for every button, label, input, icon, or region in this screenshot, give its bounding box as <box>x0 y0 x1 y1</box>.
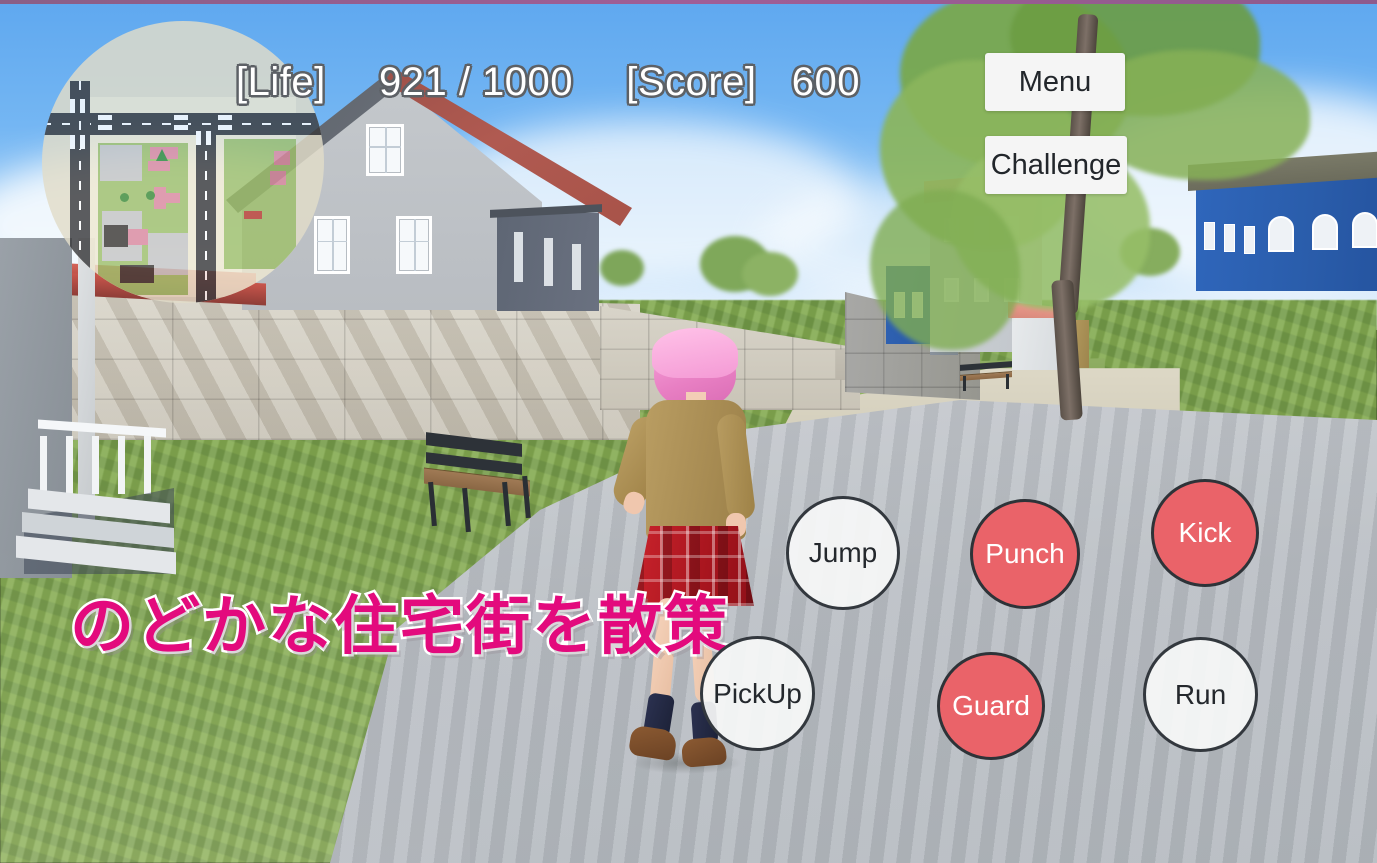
game-screen: [Life] 921 / 1000 [Score] 600 Menu Chall… <box>0 0 1377 863</box>
rail-baluster <box>118 436 125 494</box>
minimap-tree <box>120 193 129 202</box>
minimap-building <box>164 193 180 203</box>
minimap-tree <box>146 191 155 200</box>
rail-baluster <box>66 436 73 494</box>
porch-railing <box>40 428 165 494</box>
window-side <box>514 232 523 282</box>
park-bench-left <box>424 432 534 533</box>
hair-top <box>652 328 738 378</box>
window-side <box>544 238 553 286</box>
minimap-tree <box>156 149 168 161</box>
minimap-building <box>274 151 290 165</box>
minimap-building <box>120 265 154 283</box>
score-label: [Score] <box>626 60 757 104</box>
bench-leg <box>428 481 437 527</box>
tree-distant <box>742 252 798 296</box>
window-lower-right <box>396 216 432 274</box>
minimap-crosswalk <box>98 115 112 135</box>
minimap-road-v <box>196 131 216 303</box>
minimap-crosswalk <box>70 99 90 113</box>
window-side <box>572 244 581 290</box>
jump-button[interactable]: Jump <box>786 496 900 610</box>
life-label: [Life] <box>236 60 326 104</box>
rail-baluster <box>92 436 99 494</box>
pickup-button[interactable]: PickUp <box>700 636 815 751</box>
right-shoe <box>680 736 728 768</box>
rail-baluster <box>144 436 151 494</box>
foliage <box>870 190 1020 350</box>
minimap-crosswalk <box>70 135 90 149</box>
minimap-building <box>270 171 286 185</box>
tree-distant <box>600 250 644 286</box>
guard-button[interactable]: Guard <box>937 652 1045 760</box>
challenge-button[interactable]: Challenge <box>985 136 1127 194</box>
hud-status-bar: [Life] 921 / 1000 [Score] 600 <box>236 60 860 105</box>
minimap-car <box>244 211 262 219</box>
minimap-building <box>104 225 128 247</box>
minimap-pavement <box>100 145 142 181</box>
minimap-crosswalk <box>196 131 216 145</box>
minimap-road-v <box>70 81 90 303</box>
run-button[interactable]: Run <box>1143 637 1258 752</box>
bench-leg <box>462 487 471 533</box>
tree-large <box>870 0 1377 421</box>
window-top-edge <box>0 0 1377 4</box>
minimap-pavement <box>148 233 188 275</box>
punch-button[interactable]: Punch <box>970 499 1080 609</box>
minimap-crosswalk <box>174 115 188 135</box>
kick-button[interactable]: Kick <box>1151 479 1259 587</box>
life-value: 921 / 1000 <box>378 60 574 104</box>
minimap-crosswalk <box>218 115 232 135</box>
window-attic <box>366 124 404 176</box>
menu-button[interactable]: Menu <box>985 53 1125 111</box>
score-value: 600 <box>791 60 860 104</box>
rail-baluster <box>40 436 47 494</box>
minimap-building <box>128 229 148 245</box>
subtitle-text: のどかな住宅街を散策 <box>68 588 731 665</box>
minimap-building <box>148 161 170 171</box>
